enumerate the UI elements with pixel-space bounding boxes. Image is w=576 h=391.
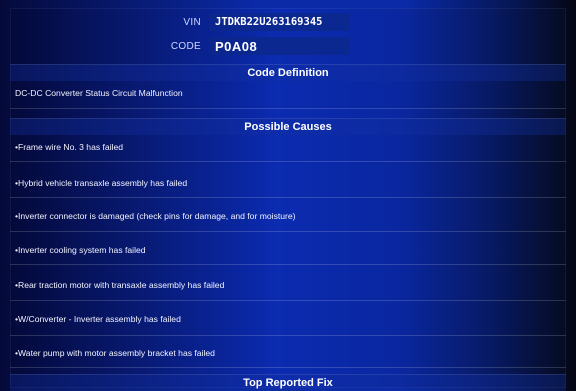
possible-causes-title: Possible Causes <box>10 118 566 135</box>
vin-label: VIN <box>183 16 201 28</box>
cause-item: •Hybrid vehicle transaxle assembly has f… <box>15 178 188 188</box>
divider <box>10 231 566 232</box>
divider <box>10 161 566 162</box>
cause-item: •Water pump with motor assembly bracket … <box>15 348 215 358</box>
code-definition-title: Code Definition <box>10 64 566 81</box>
cause-item: •Frame wire No. 3 has failed <box>15 142 124 152</box>
code-value-box: P0A08 <box>209 37 349 55</box>
cause-item: •Rear traction motor with transaxle asse… <box>15 280 225 290</box>
cause-item: •Inverter connector is damaged (check pi… <box>15 211 296 221</box>
divider <box>10 300 566 301</box>
report-panel: VIN JTDKB22U263169345 CODE P0A08 Code De… <box>10 8 566 391</box>
cause-item: •Inverter cooling system has failed <box>15 245 146 255</box>
vin-value-box: JTDKB22U263169345 <box>209 13 349 31</box>
code-definition-text: DC-DC Converter Status Circuit Malfuncti… <box>15 88 183 98</box>
code-value: P0A08 <box>215 38 258 54</box>
divider <box>10 264 566 265</box>
top-reported-fix-title: Top Reported Fix <box>10 374 566 391</box>
vin-value: JTDKB22U263169345 <box>215 16 323 28</box>
vin-row: VIN JTDKB22U263169345 <box>10 12 566 32</box>
cause-item: •W/Converter - Inverter assembly has fai… <box>15 314 181 324</box>
divider <box>10 108 566 109</box>
divider <box>10 197 566 198</box>
divider <box>10 335 566 336</box>
code-row: CODE P0A08 <box>10 36 566 56</box>
divider <box>10 367 566 368</box>
code-label: CODE <box>170 40 201 52</box>
